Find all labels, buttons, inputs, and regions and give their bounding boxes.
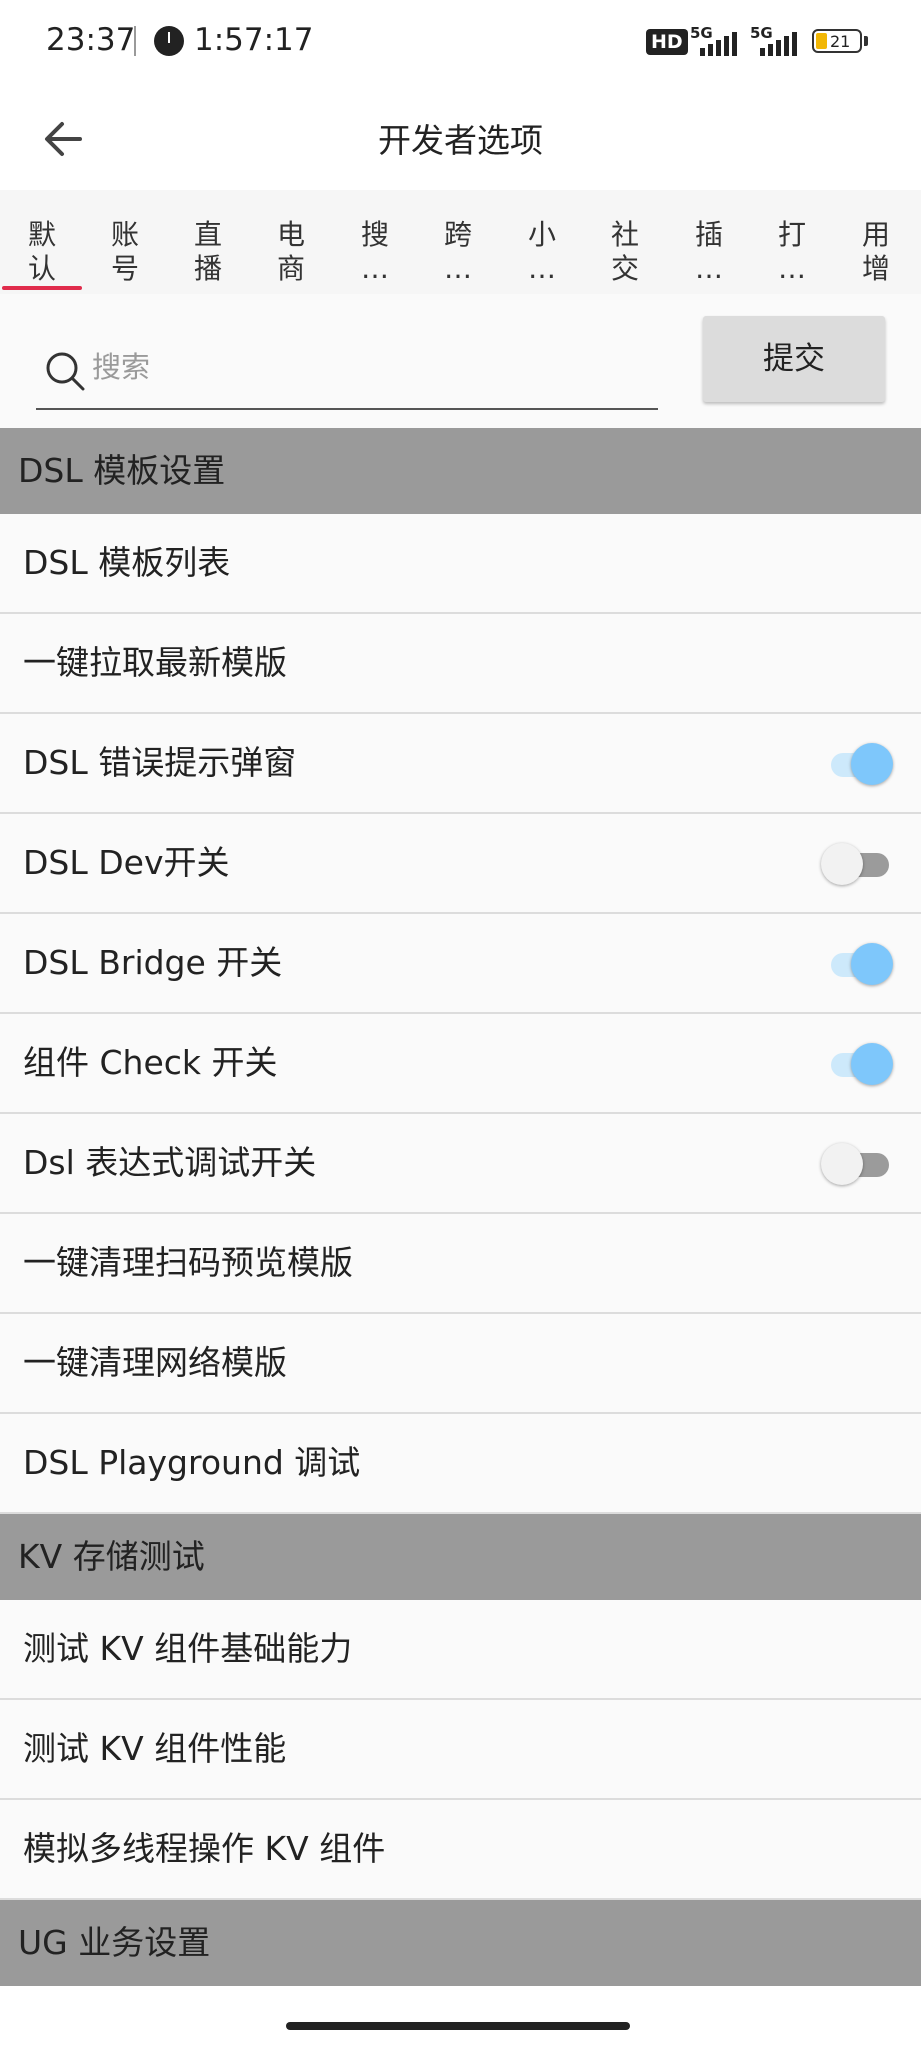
- settings-row-label: 测试 KV 组件性能: [23, 1729, 287, 1768]
- status-bar: 23:37 1:57:17 HD 5G 5G 21: [0, 0, 921, 86]
- settings-row-label: 模拟多线程操作 KV 组件: [23, 1829, 386, 1868]
- tab-label: …: [361, 252, 389, 285]
- search-icon: [46, 352, 85, 391]
- tab-label: 播: [193, 252, 222, 285]
- tab-label: 打: [777, 218, 806, 251]
- battery-tip: [864, 36, 868, 46]
- signal-icon-1: [700, 30, 740, 56]
- section-header: KV 存储测试: [0, 1514, 921, 1600]
- section-header: UG 业务设置: [0, 1900, 921, 1986]
- tab-label: 搜: [360, 218, 389, 251]
- section-header: DSL 模板设置: [0, 428, 921, 514]
- settings-row[interactable]: DSL Bridge 开关: [0, 914, 921, 1014]
- tab-label: 账: [110, 218, 139, 251]
- settings-row-label: Dsl 表达式调试开关: [23, 1143, 317, 1182]
- tab-label: …: [695, 252, 723, 285]
- tab-item[interactable]: 用增: [848, 218, 904, 286]
- toggle-switch[interactable]: [821, 1143, 893, 1185]
- settings-row[interactable]: DSL Dev开关: [0, 814, 921, 914]
- settings-row[interactable]: DSL 模板列表: [0, 514, 921, 614]
- settings-list: DSL 模板设置 DSL 模板列表一键拉取最新模版 DSL 错误提示弹窗 DSL De…: [0, 428, 921, 1986]
- settings-row-label: DSL Bridge 开关: [23, 943, 283, 982]
- search-field[interactable]: [36, 328, 658, 410]
- tab-item[interactable]: 搜…: [347, 218, 403, 286]
- tab-label: 直: [193, 218, 222, 251]
- settings-row-label: DSL Playground 调试: [23, 1443, 361, 1482]
- search-row: 提交: [0, 294, 921, 428]
- tab-item[interactable]: 跨…: [430, 218, 486, 286]
- tab-label: …: [778, 252, 806, 285]
- tab-label: …: [528, 252, 556, 285]
- settings-row[interactable]: 模拟多线程操作 KV 组件: [0, 1800, 921, 1900]
- stopwatch-icon: [154, 26, 184, 56]
- tab-label: 用: [861, 218, 890, 251]
- tab-item[interactable]: 小…: [514, 218, 570, 286]
- status-time: 23:37: [46, 22, 136, 58]
- settings-row[interactable]: Dsl 表达式调试开关: [0, 1114, 921, 1214]
- settings-row-label: 一键清理扫码预览模版: [23, 1243, 353, 1282]
- toggle-switch[interactable]: [823, 743, 893, 785]
- toggle-thumb: [851, 1043, 893, 1085]
- tab-label: 交: [610, 252, 639, 285]
- toggle-switch[interactable]: [821, 843, 893, 885]
- settings-row[interactable]: 一键拉取最新模版: [0, 614, 921, 714]
- settings-row-label: 一键拉取最新模版: [23, 643, 287, 682]
- status-divider: [134, 26, 136, 56]
- tab-item[interactable]: 默认: [14, 218, 70, 286]
- tab-label: 插: [694, 218, 723, 251]
- home-indicator[interactable]: [286, 2022, 630, 2030]
- settings-row[interactable]: DSL 错误提示弹窗: [0, 714, 921, 814]
- tab-item[interactable]: 账号: [97, 218, 153, 286]
- tab-label: 认: [27, 252, 56, 285]
- tab-label: 号: [110, 252, 139, 285]
- settings-row-label: DSL 错误提示弹窗: [23, 743, 297, 782]
- settings-row[interactable]: 测试 KV 组件性能: [0, 1700, 921, 1800]
- tab-item[interactable]: 直播: [180, 218, 236, 286]
- settings-row[interactable]: 测试 KV 组件基础能力: [0, 1600, 921, 1700]
- tab-label: 默: [27, 218, 56, 251]
- search-input[interactable]: [90, 344, 634, 390]
- settings-row-label: 组件 Check 开关: [23, 1043, 278, 1082]
- toggle-thumb: [821, 1143, 863, 1185]
- battery-level: 21: [830, 32, 851, 51]
- tab-label: 社: [610, 218, 639, 251]
- tab-item[interactable]: 插…: [681, 218, 737, 286]
- signal-icon-2: [760, 30, 800, 56]
- toggle-thumb: [851, 943, 893, 985]
- tab-item[interactable]: 电商: [263, 218, 319, 286]
- toggle-switch[interactable]: [823, 1043, 893, 1085]
- tab-label: 商: [276, 252, 305, 285]
- toggle-switch[interactable]: [823, 943, 893, 985]
- tab-label: 增: [861, 252, 890, 285]
- tab-item[interactable]: 打…: [764, 218, 820, 286]
- tab-label: 小: [527, 218, 556, 251]
- settings-row-label: DSL 模板列表: [23, 543, 231, 582]
- settings-row[interactable]: 一键清理扫码预览模版: [0, 1214, 921, 1314]
- title-bar: 开发者选项: [0, 86, 921, 190]
- category-tabs: 默认账号直播电商搜… 跨… 小… 社交插… 打… 用增: [0, 190, 921, 294]
- toggle-thumb: [821, 843, 863, 885]
- settings-row[interactable]: 一键清理网络模版: [0, 1314, 921, 1414]
- tab-label: …: [444, 252, 472, 285]
- tab-item[interactable]: 社交: [597, 218, 653, 286]
- settings-row-label: 一键清理网络模版: [23, 1343, 287, 1382]
- settings-row-label: 测试 KV 组件基础能力: [23, 1629, 353, 1668]
- status-timer: 1:57:17: [194, 22, 314, 58]
- tab-label: 跨: [443, 218, 472, 251]
- active-tab-indicator: [2, 286, 82, 290]
- tab-label: 电: [276, 218, 305, 251]
- battery-icon: 21: [812, 29, 862, 53]
- page-title: 开发者选项: [378, 121, 543, 160]
- hd-voice-icon: HD: [646, 29, 688, 55]
- settings-row[interactable]: DSL Playground 调试: [0, 1414, 921, 1514]
- toggle-thumb: [851, 743, 893, 785]
- submit-button[interactable]: 提交: [703, 316, 885, 402]
- settings-row[interactable]: 组件 Check 开关: [0, 1014, 921, 1114]
- settings-row-label: DSL Dev开关: [23, 843, 230, 882]
